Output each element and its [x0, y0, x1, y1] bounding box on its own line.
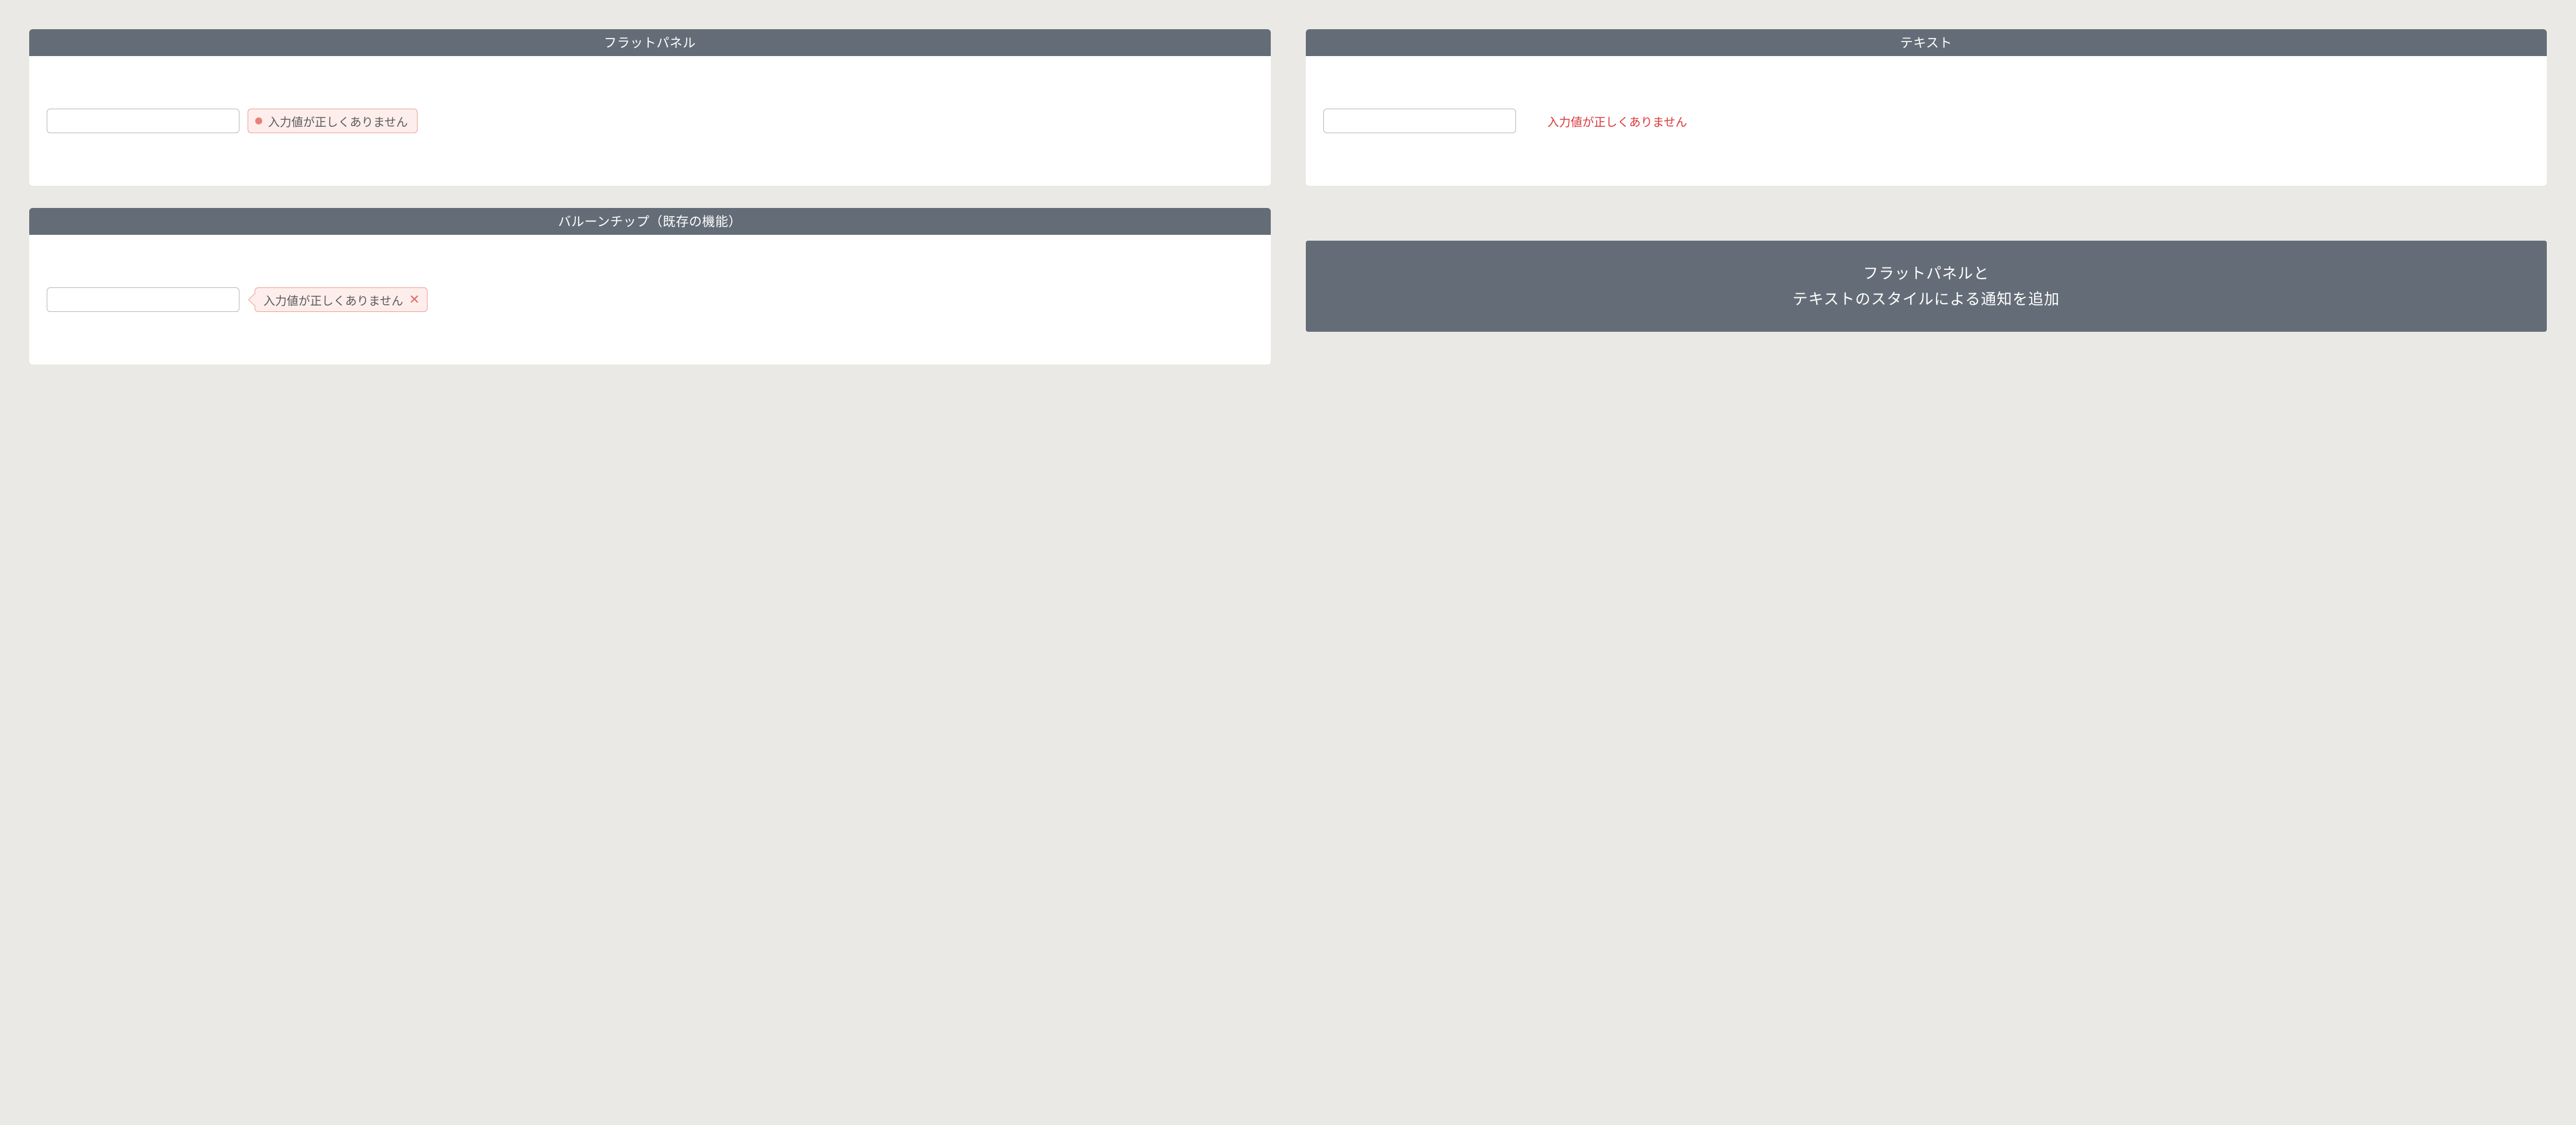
panel-flat-title: フラットパネル	[29, 29, 1271, 56]
close-icon[interactable]: ✕	[408, 293, 420, 306]
error-dot-icon	[255, 117, 262, 124]
text-field-row: 入力値が正しくありません	[1323, 109, 2530, 133]
flat-error-text: 入力値が正しくありません	[268, 113, 408, 130]
summary-line-1: フラットパネルと	[1863, 261, 1989, 286]
example-grid: フラットパネル 入力値が正しくありません テキスト 入力値が正しくありません バ…	[29, 29, 2547, 364]
panel-text-title: テキスト	[1306, 29, 2547, 56]
flat-error-notice: 入力値が正しくありません	[248, 109, 418, 133]
panel-balloon: バルーンチップ（既存の機能） 入力値が正しくありません ✕	[29, 208, 1271, 364]
panel-text-body: 入力値が正しくありません	[1306, 56, 2547, 186]
text-input[interactable]	[1323, 109, 1516, 133]
summary-line-2: テキストのスタイルによる通知を追加	[1793, 286, 2060, 312]
balloon-error-text: 入力値が正しくありません	[263, 291, 403, 308]
panel-flat: フラットパネル 入力値が正しくありません	[29, 29, 1271, 186]
panel-balloon-body: 入力値が正しくありません ✕	[29, 235, 1271, 364]
panel-balloon-title: バルーンチップ（既存の機能）	[29, 208, 1271, 235]
panel-flat-body: 入力値が正しくありません	[29, 56, 1271, 186]
flat-field-row: 入力値が正しくありません	[47, 109, 1253, 133]
summary-block: フラットパネルと テキストのスタイルによる通知を追加	[1306, 241, 2547, 332]
summary-cell: フラットパネルと テキストのスタイルによる通知を追加	[1306, 208, 2547, 364]
panel-text: テキスト 入力値が正しくありません	[1306, 29, 2547, 186]
balloon-error-notice: 入力値が正しくありません ✕	[255, 287, 427, 312]
balloon-input[interactable]	[47, 287, 239, 312]
flat-input[interactable]	[47, 109, 239, 133]
text-error-text: 入力値が正しくありません	[1524, 113, 1687, 130]
balloon-field-row: 入力値が正しくありません ✕	[47, 287, 1253, 312]
